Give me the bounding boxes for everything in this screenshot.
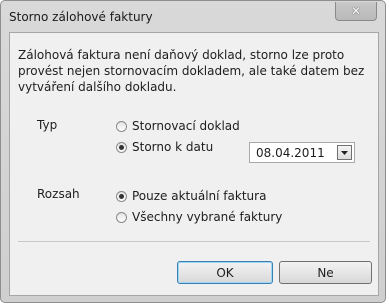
rozsah-label: Rozsah	[37, 187, 80, 201]
info-message: Zálohová faktura není daňový doklad, sto…	[18, 48, 365, 94]
dropdown-button[interactable]	[337, 145, 352, 160]
radio-button-unchecked[interactable]	[116, 211, 127, 223]
title-bar[interactable]: Storno zálohové faktury ✕	[2, 2, 384, 32]
radio-pouze-aktualni[interactable]: Pouze aktuální faktura	[116, 189, 266, 203]
radio-label-storno-k-datu: Storno k datu	[132, 140, 214, 154]
date-value: 08.04.2011	[256, 146, 325, 160]
chevron-down-icon	[341, 150, 348, 155]
radio-label-stornovaci-doklad: Stornovací doklad	[132, 119, 240, 133]
radio-button-unchecked[interactable]	[116, 120, 127, 132]
typ-label: Typ	[37, 118, 58, 132]
radio-button-checked[interactable]	[116, 141, 127, 153]
no-button[interactable]: Ne	[279, 261, 372, 284]
radio-vsechny-vybrane[interactable]: Všechny vybrané faktury	[116, 210, 282, 224]
radio-button-checked[interactable]	[116, 190, 127, 202]
radio-storno-k-datu[interactable]: Storno k datu	[116, 140, 213, 154]
date-combobox[interactable]: 08.04.2011	[249, 142, 355, 163]
radio-label-pouze-aktualni: Pouze aktuální faktura	[132, 189, 267, 203]
separator-line	[18, 241, 370, 242]
close-button[interactable]: ✕	[335, 2, 377, 21]
ok-button[interactable]: OK	[177, 261, 273, 284]
radio-stornovaci-doklad[interactable]: Stornovací doklad	[116, 119, 240, 133]
window-title: Storno zálohové faktury	[9, 10, 153, 24]
radio-label-vsechny-vybrane: Všechny vybrané faktury	[132, 210, 283, 224]
close-icon: ✕	[350, 4, 362, 18]
